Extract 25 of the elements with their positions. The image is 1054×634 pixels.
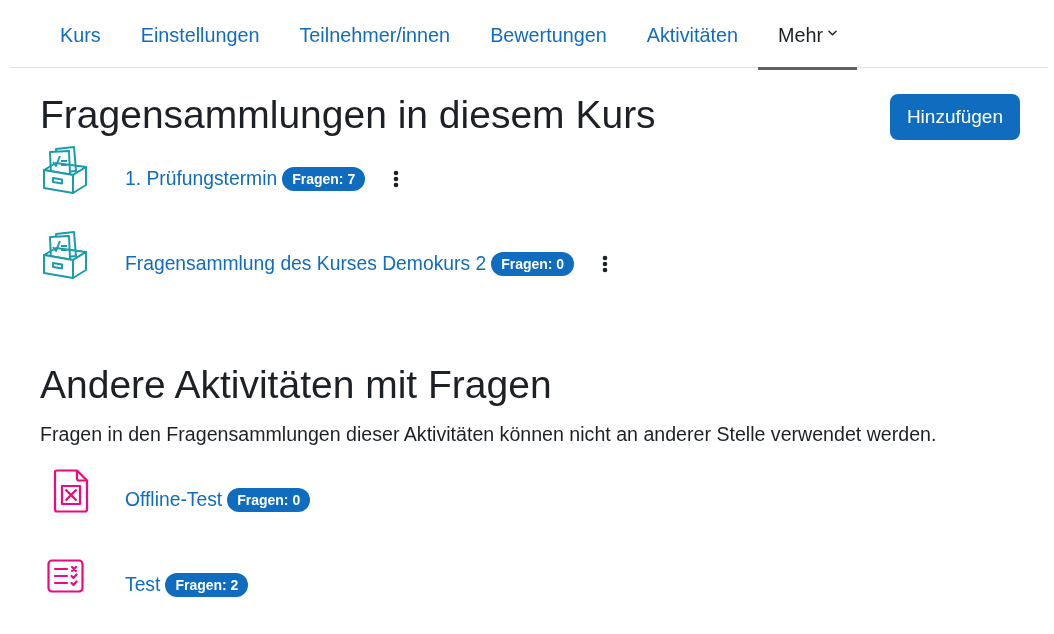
activity-link[interactable]: Test [125,574,161,596]
caret-icon [828,30,838,36]
question-box-icon [42,145,88,195]
nav-tab[interactable]: Bewertungen [470,0,627,70]
question-box-icon [42,230,88,280]
section-heading: Fragensammlungen in diesem Kurs [40,92,656,138]
kebab-icon [602,255,609,273]
question-count-badge: Fragen: 0 [227,488,311,512]
checklist-icon [47,559,84,593]
question-count-badge: Fragen: 2 [165,573,249,597]
section-description: Fragen in den Fragensammlungen dieser Aktivitäten können nicht an anderer Stelle verwendet werden. [40,422,938,447]
nav-tab[interactable]: Einstellungen [120,0,280,70]
question-count-badge: Fragen: 7 [282,167,366,191]
document-x-icon [53,469,89,513]
section-heading: Andere Aktivitäten mit Fragen [40,362,553,408]
kebab-icon [393,170,400,188]
activity-link[interactable]: Offline-Test [125,489,223,511]
nav-tab[interactable]: Teilnehmer/innen [279,0,471,70]
question-bank-link[interactable]: Fragensammlung des Kurses Demokurs 2 [125,253,487,275]
nav-tab[interactable]: Kurs [40,0,121,70]
question-count-badge: Fragen: 0 [491,252,575,276]
add-button[interactable]: Hinzufügen [889,94,1020,140]
nav-tab[interactable]: Aktivitäten [626,0,758,70]
nav-tab[interactable]: Mehr [757,0,858,70]
question-bank-link[interactable]: 1. Prüfungstermin [125,168,278,190]
